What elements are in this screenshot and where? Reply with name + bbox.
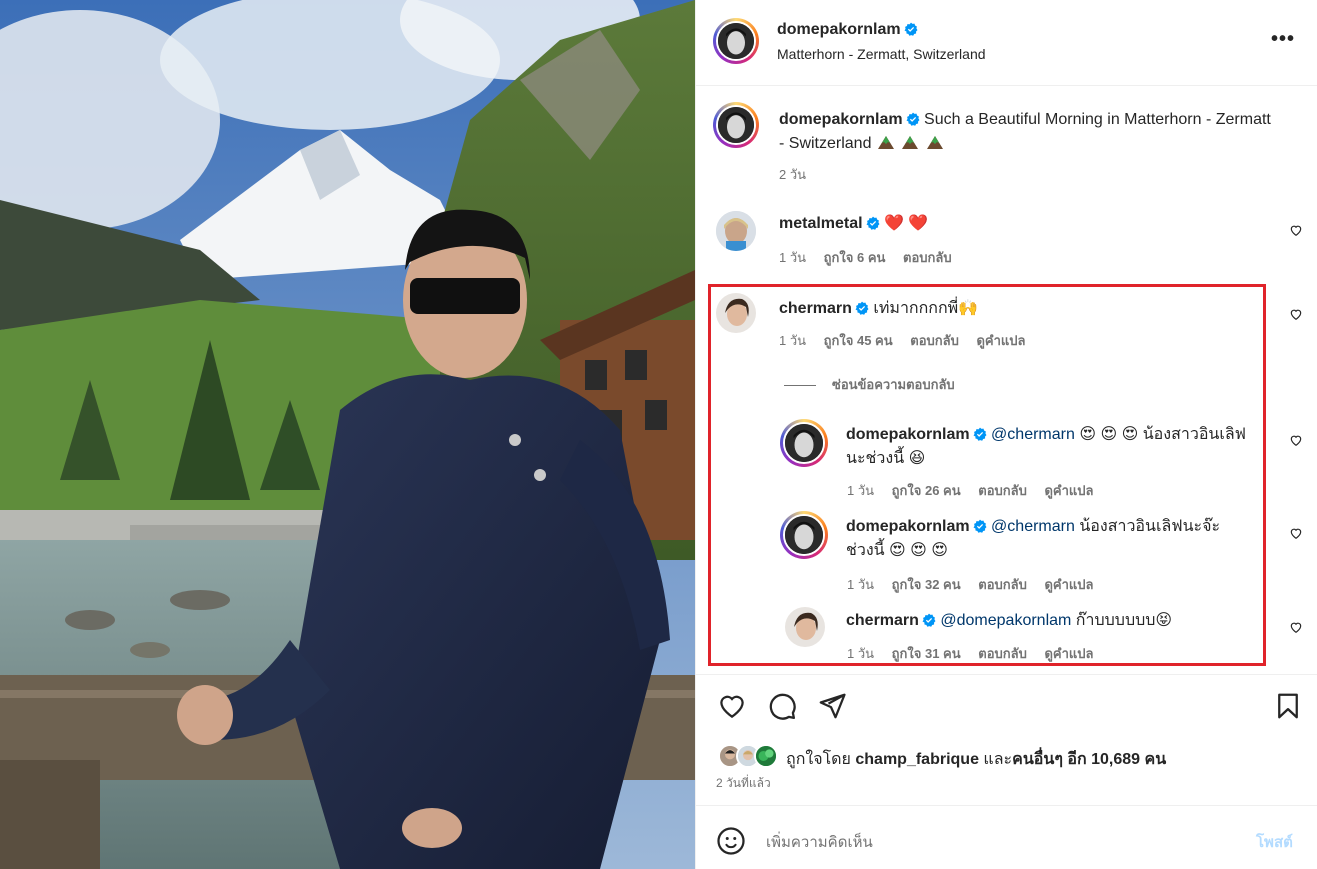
reply-button[interactable]: ตอบกลับ (903, 250, 952, 265)
post-header: domepakornlam Matterhorn - Zermatt, Swit… (696, 0, 1317, 86)
reply-button[interactable]: ตอบกลับ (978, 483, 1027, 498)
see-translation-button[interactable]: ดูคำแปล (1044, 577, 1093, 592)
verified-badge-icon (855, 301, 869, 315)
reply-meta: 1 วัน ถูกใจ 26 คน ตอบกลับ ดูคำแปล (847, 480, 1108, 501)
reply-time: 1 วัน (847, 577, 875, 592)
comment-icon[interactable] (767, 691, 797, 721)
verified-badge-icon (904, 22, 918, 36)
comment-likes[interactable]: ถูกใจ 45 คน (824, 333, 893, 348)
divider-line (784, 385, 816, 387)
liker-username-link[interactable]: champ_fabrique (855, 751, 979, 768)
comment-username[interactable]: metalmetal (779, 215, 863, 232)
mountain-emoji-icons (876, 135, 945, 152)
comment-like-heart-icon[interactable] (1289, 307, 1303, 321)
comment-time: 1 วัน (779, 250, 807, 265)
liker-avatar (754, 744, 778, 768)
post-detail-panel: domepakornlam Matterhorn - Zermatt, Swit… (695, 0, 1317, 869)
reply-text: ก๊าบบบบบบ😝 (1075, 612, 1173, 629)
reply-button[interactable]: ตอบกลับ (978, 577, 1027, 592)
comment-like-heart-icon[interactable] (1289, 223, 1303, 237)
likes-text: ถูกใจโดย champ_fabrique และคนอื่นๆ อีก 1… (786, 747, 1166, 772)
reply-meta: 1 วัน ถูกใจ 32 คน ตอบกลับ ดูคำแปล (847, 574, 1108, 595)
post-location[interactable]: Matterhorn - Zermatt, Switzerland (777, 46, 986, 62)
reply-mention-link[interactable]: @chermarn (991, 518, 1075, 535)
caption-author-avatar[interactable] (713, 102, 759, 148)
likes-and: และ (983, 751, 1013, 768)
reply-1: domepakornlam @chermarn 😍 😍 😍 น้องสาวอิน… (846, 423, 1246, 471)
reply-likes[interactable]: ถูกใจ 26 คน (892, 483, 961, 498)
reply-meta: 1 วัน ถูกใจ 31 คน ตอบกลับ ดูคำแปล (847, 643, 1108, 664)
comment-likes[interactable]: ถูกใจ 6 คน (824, 250, 886, 265)
share-icon[interactable] (817, 691, 847, 721)
reply-likes[interactable]: ถูกใจ 32 คน (892, 577, 961, 592)
reply-username[interactable]: domepakornlam (846, 518, 970, 535)
verified-badge-icon (906, 112, 920, 126)
post-comment-button[interactable]: โพสต์ (1256, 830, 1293, 854)
comment-time: 1 วัน (779, 333, 807, 348)
see-translation-button[interactable]: ดูคำแปล (1044, 646, 1093, 661)
comment-username[interactable]: chermarn (779, 300, 852, 317)
reply-time: 1 วัน (847, 646, 875, 661)
post-time-ago[interactable]: 2 วันที่แล้ว (716, 774, 771, 793)
reply-like-heart-icon[interactable] (1289, 526, 1303, 540)
comment-avatar-metalmetal[interactable] (716, 211, 756, 251)
reply-button[interactable]: ตอบกลับ (978, 646, 1027, 661)
comment-avatar-chermarn[interactable] (716, 293, 756, 333)
caption-time: 2 วัน (779, 167, 807, 182)
reply-avatar-chermarn[interactable] (785, 607, 825, 647)
verified-badge-icon (973, 427, 987, 441)
comment-composer: เพิ่มความคิดเห็น โพสต์ (696, 805, 1317, 869)
verified-badge-icon (866, 216, 880, 230)
likes-summary[interactable]: ถูกใจโดย champ_fabrique และคนอื่นๆ อีก 1… (718, 742, 1278, 770)
verified-badge-icon (922, 613, 936, 627)
hide-replies-label: ซ่อนข้อความตอบกลับ (832, 377, 955, 392)
reply-username[interactable]: domepakornlam (846, 426, 970, 443)
reply-likes[interactable]: ถูกใจ 31 คน (892, 646, 961, 661)
see-translation-button[interactable]: ดูคำแปล (1044, 483, 1093, 498)
comment-input[interactable]: เพิ่มความคิดเห็น (766, 830, 1196, 854)
reply-like-heart-icon[interactable] (1289, 433, 1303, 447)
see-translation-button[interactable]: ดูคำแปล (976, 333, 1025, 348)
author-username[interactable]: domepakornlam (777, 21, 918, 39)
reply-mention-link[interactable]: @domepakornlam (940, 612, 1071, 629)
reply-text: 😍 😍 😍 (889, 542, 948, 559)
post-image-illustration (0, 0, 695, 869)
reply-avatar-domepakornlam[interactable] (780, 419, 828, 467)
more-options-icon[interactable]: ••• (1271, 28, 1295, 51)
comment-metalmetal: metalmetal ❤️ ❤️ (779, 213, 928, 233)
caption-username[interactable]: domepakornlam (779, 111, 903, 128)
comment-text: เท่มากกกกพี่🙌 (873, 300, 979, 317)
verified-badge-icon (973, 519, 987, 533)
reply-time: 1 วัน (847, 483, 875, 498)
hide-replies-toggle[interactable]: ซ่อนข้อความตอบกลับ (784, 374, 955, 395)
author-avatar[interactable] (713, 18, 759, 64)
likes-others-link[interactable]: คนอื่นๆ อีก 10,689 คน (1012, 751, 1166, 768)
bookmark-icon[interactable] (1273, 691, 1303, 721)
reply-avatar-domepakornlam[interactable] (780, 511, 828, 559)
comment-text: ❤️ ❤️ (884, 215, 929, 232)
post-photo[interactable] (0, 0, 695, 869)
comment-meta: 1 วัน ถูกใจ 45 คน ตอบกลับ ดูคำแปล (779, 330, 1040, 351)
heart-icon[interactable] (717, 691, 747, 721)
reply-text: 😍 😍 😍 (1079, 426, 1139, 443)
smiley-icon[interactable] (716, 826, 746, 856)
reply-like-heart-icon[interactable] (1289, 620, 1303, 634)
likes-prefix: ถูกใจโดย (786, 751, 851, 768)
section-divider (696, 674, 1317, 675)
comment-meta: 1 วัน ถูกใจ 6 คน ตอบกลับ (779, 247, 966, 268)
caption-meta: 2 วัน (779, 164, 820, 185)
post-caption: domepakornlam Such a Beautiful Morning i… (779, 108, 1279, 156)
reply-username[interactable]: chermarn (846, 612, 919, 629)
comment-chermarn: chermarn เท่มากกกกพี่🙌 (779, 296, 978, 321)
reply-2: domepakornlam @chermarn น้องสาวอินเลิฟนะ… (846, 515, 1246, 563)
reply-3: chermarn @domepakornlam ก๊าบบบบบบ😝 (846, 609, 1246, 633)
reply-button[interactable]: ตอบกลับ (910, 333, 959, 348)
reply-mention-link[interactable]: @chermarn (991, 426, 1075, 443)
